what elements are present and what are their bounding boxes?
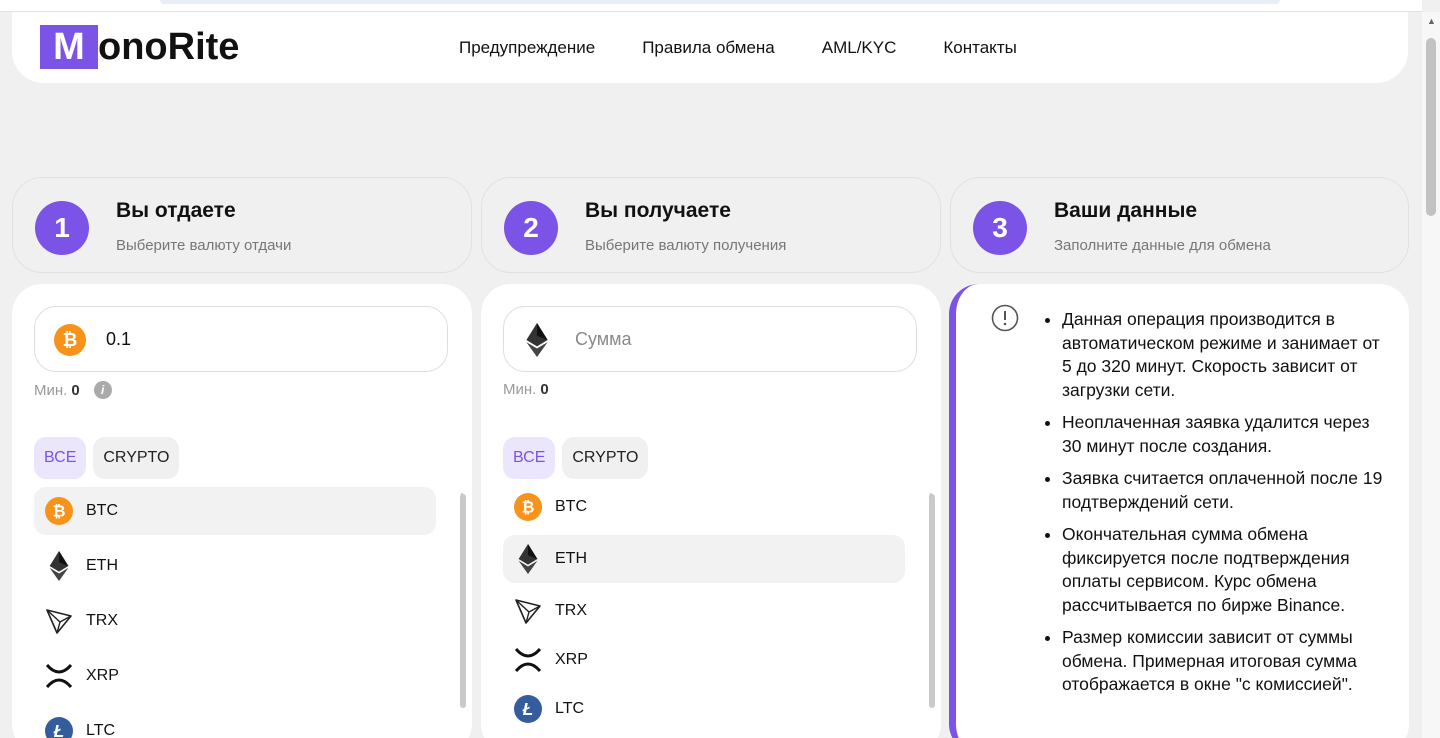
- step-your-data: 3 Ваши данные Заполните данные для обмен…: [950, 177, 1409, 273]
- step-subtitle: Заполните данные для обмена: [1054, 237, 1271, 254]
- coin-label: XRP: [555, 651, 588, 668]
- svg-text:₿: ₿: [53, 502, 66, 520]
- btc-icon: ₿: [513, 492, 543, 522]
- step-subtitle: Выберите валюту отдачи: [116, 237, 292, 254]
- coin-label: LTC: [555, 700, 585, 717]
- notice-item: Окончательная сумма обмена фиксируется п…: [1062, 523, 1392, 617]
- xrp-icon: [513, 645, 543, 675]
- min-label: Мин.: [34, 381, 68, 399]
- give-item-btc[interactable]: ₿ BTC: [34, 487, 436, 535]
- give-amount-value: 0.1: [106, 329, 132, 349]
- give-item-xrp[interactable]: XRP: [34, 652, 436, 700]
- receive-currency-list: ₿ BTC ETH TRX XRP Ł LTC: [503, 486, 905, 737]
- exclamation-icon: [991, 304, 1019, 337]
- filter-all[interactable]: ВСЕ: [503, 437, 556, 479]
- coin-label: LTC: [86, 722, 116, 738]
- give-item-ltc[interactable]: Ł LTC: [34, 707, 436, 738]
- receive-item-xrp[interactable]: XRP: [503, 639, 905, 681]
- notice-list: Данная операция производится в автоматич…: [1062, 308, 1392, 706]
- step-give: 1 Вы отдаете Выберите валюту отдачи: [12, 177, 472, 273]
- btc-icon: ₿: [44, 496, 74, 526]
- receive-amount-placeholder: Сумма: [575, 329, 632, 349]
- scroll-thumb[interactable]: [1426, 38, 1436, 216]
- give-amount-input[interactable]: ₿ 0.1: [34, 306, 448, 372]
- eth-icon: [526, 323, 548, 362]
- ltc-icon: Ł: [513, 694, 543, 724]
- step-title: Ваши данные: [1054, 199, 1198, 222]
- trx-icon: [44, 606, 74, 636]
- eth-icon: [44, 551, 74, 581]
- filter-crypto[interactable]: CRYPTO: [562, 437, 649, 479]
- logo-text: onoRite: [98, 25, 240, 68]
- logo-letter: M: [40, 25, 98, 69]
- step-receive: 2 Вы получаете Выберите валюту получения: [481, 177, 941, 273]
- give-list-scrollbar[interactable]: [460, 494, 466, 708]
- min-value: 0: [540, 381, 549, 398]
- svg-text:₿: ₿: [522, 498, 535, 516]
- notice-panel: Данная операция производится в автоматич…: [949, 284, 1409, 738]
- receive-min: Мин. 0: [503, 381, 549, 398]
- notice-item: Данная операция производится в автоматич…: [1062, 308, 1392, 402]
- receive-item-ltc[interactable]: Ł LTC: [503, 688, 905, 730]
- receive-item-eth[interactable]: ETH: [503, 535, 905, 583]
- step-number: 3: [973, 201, 1027, 255]
- filter-crypto[interactable]: CRYPTO: [93, 437, 180, 479]
- receive-list-scrollbar[interactable]: [929, 494, 935, 708]
- receive-panel: Сумма Мин. 0 ВСЕ CRYPTO ₿ BTC ETH TRX XR…: [481, 284, 941, 738]
- main-nav: Предупреждение Правила обмена AML/KYC Ко…: [459, 38, 1064, 58]
- nav-warning[interactable]: Предупреждение: [459, 38, 595, 58]
- nav-aml-kyc[interactable]: AML/KYC: [822, 38, 897, 58]
- coin-label: TRX: [555, 602, 587, 619]
- filter-all[interactable]: ВСЕ: [34, 437, 87, 479]
- give-item-trx[interactable]: TRX: [34, 597, 436, 645]
- receive-item-btc[interactable]: ₿ BTC: [503, 486, 905, 528]
- min-value: 0: [71, 381, 80, 399]
- svg-text:₿: ₿: [63, 330, 78, 350]
- nav-exchange-rules[interactable]: Правила обмена: [642, 38, 775, 58]
- coin-label: BTC: [555, 498, 587, 515]
- trx-icon: [513, 596, 543, 626]
- eth-icon: [513, 544, 543, 574]
- give-item-eth[interactable]: ETH: [34, 542, 436, 590]
- logo[interactable]: M onoRite: [40, 25, 239, 69]
- coin-label: ETH: [555, 550, 587, 567]
- step-number: 1: [35, 201, 89, 255]
- coin-label: TRX: [86, 612, 118, 629]
- page-scrollbar[interactable]: ▲: [1422, 12, 1440, 738]
- site-header: M onoRite Предупреждение Правила обмена …: [12, 12, 1408, 83]
- step-subtitle: Выберите валюту получения: [585, 237, 787, 254]
- coin-label: XRP: [86, 667, 119, 684]
- notice-item: Размер комиссии зависит от суммы обмена.…: [1062, 626, 1392, 697]
- receive-amount-input[interactable]: Сумма: [503, 306, 917, 372]
- svg-text:Ł: Ł: [522, 699, 534, 719]
- notice-item: Неоплаченная заявка удалится через 30 ми…: [1062, 411, 1392, 458]
- notice-item: Заявка считается оплаченной после 19 под…: [1062, 467, 1392, 514]
- xrp-icon: [44, 661, 74, 691]
- scroll-up-arrow-icon[interactable]: ▲: [1427, 16, 1436, 26]
- min-label: Мин.: [503, 381, 537, 398]
- btc-icon: ₿: [54, 324, 86, 361]
- receive-filters: ВСЕ CRYPTO: [503, 437, 649, 479]
- give-min: Мин. 0 i: [34, 381, 112, 399]
- step-title: Вы отдаете: [116, 199, 236, 222]
- receive-item-trx[interactable]: TRX: [503, 590, 905, 632]
- give-panel: ₿ 0.1 Мин. 0 i ВСЕ CRYPTO ₿ BTC ETH TRX …: [12, 284, 472, 738]
- top-bar-fragment: [160, 0, 1280, 4]
- svg-text:Ł: Ł: [53, 721, 65, 738]
- coin-label: BTC: [86, 502, 118, 519]
- nav-contacts[interactable]: Контакты: [943, 38, 1016, 58]
- step-number: 2: [504, 201, 558, 255]
- coin-label: ETH: [86, 557, 118, 574]
- give-currency-list: ₿ BTC ETH TRX XRP Ł LTC: [34, 487, 436, 738]
- info-icon[interactable]: i: [93, 381, 112, 399]
- give-filters: ВСЕ CRYPTO: [34, 437, 180, 479]
- ltc-icon: Ł: [44, 716, 74, 738]
- browser-top-strip: [0, 0, 1422, 12]
- step-title: Вы получаете: [585, 199, 731, 222]
